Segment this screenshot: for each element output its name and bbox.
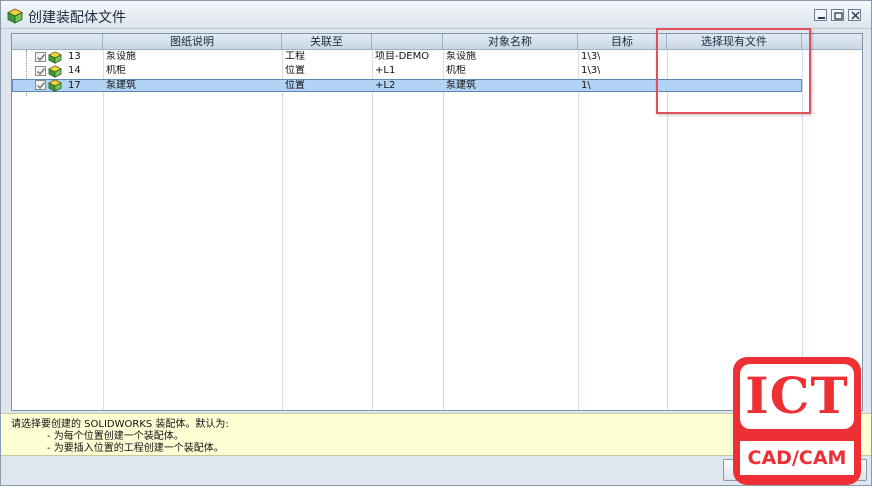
column-header-related[interactable]: 关联至 (282, 34, 372, 50)
row-object-name: 机柜 (446, 65, 466, 76)
assembly-icon (48, 51, 62, 64)
close-button[interactable] (848, 9, 861, 21)
checkmark-icon (36, 54, 46, 62)
title-bar[interactable]: 创建装配体文件 (1, 1, 871, 29)
assembly-icon (7, 8, 23, 24)
column-header-object-name[interactable]: 对象名称 (443, 34, 578, 50)
annotation-highlight-box (656, 28, 811, 114)
row-checkbox[interactable] (35, 66, 46, 76)
close-icon (851, 11, 860, 20)
row-number: 14 (68, 65, 81, 76)
bottom-strip (0, 486, 872, 490)
row-target: 1\ (581, 80, 591, 91)
row-checkbox[interactable] (35, 80, 46, 90)
message-line-1: 请选择要创建的 SOLIDWORKS 装配体。默认为: (11, 419, 229, 430)
column-header-target[interactable]: 目标 (578, 34, 667, 50)
row-related: 位置 (285, 65, 305, 76)
row-checkbox[interactable] (35, 52, 46, 62)
column-header-description[interactable]: 图纸说明 (103, 34, 282, 50)
column-header-extra (802, 34, 862, 50)
row-target: 1\3\ (581, 51, 601, 62)
column-header-related-value[interactable] (372, 34, 443, 50)
logo-bottom-text: CAD/CAM (747, 447, 847, 469)
row-related-value: 项目-DEMO (375, 51, 430, 62)
checkmark-icon (36, 82, 46, 90)
row-related: 位置 (285, 80, 305, 91)
row-description: 泵设施 (106, 51, 136, 62)
row-number: 13 (68, 51, 81, 62)
maximize-button[interactable] (831, 9, 844, 21)
message-line-3: - 为要插入位置的工程创建一个装配体。 (47, 443, 224, 454)
row-target: 1\3\ (581, 65, 601, 76)
row-number: 17 (68, 80, 81, 91)
assembly-icon (48, 79, 62, 92)
row-related-value: +L2 (375, 80, 396, 91)
assembly-icon (48, 65, 62, 78)
row-object-name: 泵建筑 (446, 80, 476, 91)
maximize-icon (834, 12, 843, 20)
ict-logo: ICT CAD/CAM (733, 357, 861, 485)
checkmark-icon (36, 68, 46, 76)
row-description: 泵建筑 (106, 80, 136, 91)
row-related: 工程 (285, 51, 305, 62)
row-related-value: +L1 (375, 65, 396, 76)
logo-top-text: ICT (745, 366, 849, 425)
column-header-tree[interactable] (12, 34, 103, 50)
minimize-button[interactable] (814, 9, 827, 21)
window-title: 创建装配体文件 (28, 10, 126, 26)
row-description: 机柜 (106, 65, 126, 76)
message-line-2: - 为每个位置创建一个装配体。 (47, 431, 184, 442)
row-object-name: 泵设施 (446, 51, 476, 62)
minimize-icon (818, 17, 825, 19)
